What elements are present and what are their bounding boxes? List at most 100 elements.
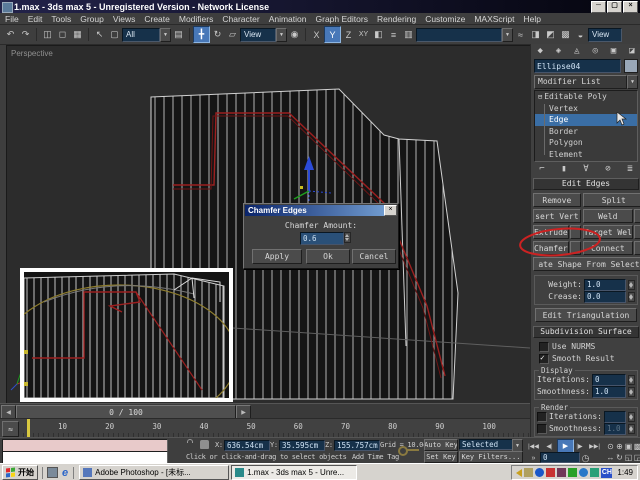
named-selection-sets-dropdown[interactable] [416,28,502,42]
layer-manager-icon[interactable]: ▥ [401,27,416,42]
stack-item-vertex[interactable]: Vertex [535,103,637,115]
make-unique-icon[interactable]: ∀ [583,164,588,174]
render-iterations-checkbox[interactable] [537,412,547,422]
y-coord-field[interactable]: 35.595cm [279,440,325,451]
modify-tab-icon[interactable]: ◈ [556,46,561,56]
edit-triangulation-button[interactable]: Edit Triangulation [535,308,637,322]
chamfer-button[interactable]: Chamfer [533,241,569,255]
render-iterations-spinner[interactable] [628,412,635,422]
reference-coordinate-system-dropdown[interactable]: View [240,28,276,42]
display-smoothness-spinner[interactable] [628,387,635,397]
menu-help[interactable]: Help [524,14,541,24]
restrict-z-button[interactable]: Z [341,27,356,42]
material-editor-icon[interactable]: ◩ [543,27,558,42]
close-button[interactable]: × [623,1,638,13]
connect-settings-button[interactable] [634,241,640,255]
dialog-close-icon[interactable]: × [384,205,397,216]
smooth-result-checkbox[interactable] [539,354,549,364]
x-coord-field[interactable]: 636.54cm [224,440,270,451]
menu-edit[interactable]: Edit [28,14,43,24]
display-tab-icon[interactable]: ▣ [611,46,616,56]
create-shape-from-selection-button[interactable]: ate Shape From Select [533,257,640,271]
select-and-move-icon[interactable]: ╋ [193,26,210,43]
menu-rendering[interactable]: Rendering [377,14,416,24]
menu-maxscript[interactable]: MAXScript [474,14,514,24]
connect-button[interactable]: Connect [583,241,633,255]
render-smoothness-checkbox[interactable] [537,424,547,434]
frame-marker[interactable] [27,419,30,438]
quick-render-icon[interactable]: ◒ [573,27,588,42]
chamfer-amount-field[interactable]: 0.6 [300,232,344,245]
hierarchy-tab-icon[interactable]: ◬ [574,46,579,56]
stack-item-border[interactable]: Border [535,126,637,138]
chamfer-amount-spinner[interactable] [344,232,351,243]
create-tab-icon[interactable]: ◆ [537,46,542,56]
extrude-button[interactable]: Extrude [533,225,569,239]
object-name-field[interactable]: Ellipse04 [534,59,621,73]
insert-vertex-button[interactable]: sert Vert [533,209,581,223]
time-slider-prev-icon[interactable]: ◀ [1,405,16,419]
task-3dsmax[interactable]: 1.max - 3ds max 5 - Unre... [231,465,357,480]
z-coord-field[interactable]: 155.757cm [334,440,380,451]
chamfer-settings-button[interactable] [570,241,581,255]
pin-stack-icon[interactable]: ⌐ [539,164,544,174]
weight-field[interactable]: 1.0 [584,279,626,291]
stack-item-editable-poly[interactable]: ⊟ Editable Poly [535,91,637,103]
utilities-tab-icon[interactable]: ◪ [629,46,634,56]
select-and-link-icon[interactable]: ◫ [40,27,55,42]
tree-expand-icon[interactable]: ⊟ [538,93,542,101]
menu-group[interactable]: Group [80,14,104,24]
menu-create[interactable]: Create [144,14,170,24]
use-nurms-checkbox[interactable] [539,342,549,352]
restrict-y-button[interactable]: Y [324,26,341,43]
named-selection-arrow-icon[interactable]: ▼ [502,28,513,42]
minimize-button[interactable]: ─ [591,1,606,13]
render-smoothness-field[interactable]: 1.0 [604,423,626,435]
apply-button[interactable]: Apply [252,249,302,264]
auto-key-button[interactable]: Auto Key [424,439,458,451]
remove-button[interactable]: Remove [533,193,581,207]
selection-filter-arrow-icon[interactable]: ▼ [160,28,171,42]
render-scene-icon[interactable]: ▩ [558,27,573,42]
menu-animation[interactable]: Animation [269,14,307,24]
selection-set-dropdown[interactable]: Selected [459,439,517,450]
key-filters-button[interactable]: Key Filters... [459,451,523,463]
stack-item-edge[interactable]: Edge [535,114,637,126]
render-smoothness-spinner[interactable] [628,424,635,434]
internet-explorer-icon[interactable]: e [62,467,68,479]
select-by-name-icon[interactable]: ▤ [171,27,186,42]
render-type-dropdown[interactable]: View [588,28,622,42]
weld-settings-button[interactable] [634,209,640,223]
render-iterations-field[interactable] [604,411,626,423]
schematic-view-icon[interactable]: ◨ [528,27,543,42]
modifier-list-dropdown[interactable]: Modifier List [534,75,627,89]
dialog-title-bar[interactable]: Chamfer Edges [245,205,397,216]
menu-customize[interactable]: Customize [425,14,465,24]
selection-filter-dropdown[interactable]: All [122,28,160,42]
menu-character[interactable]: Character [222,14,259,24]
crease-spinner[interactable] [628,292,635,302]
tray-icon-2[interactable] [535,468,544,477]
track-bar[interactable]: ≈ 1020 3040 5060 7080 90100 [0,418,530,438]
crease-field[interactable]: 0.0 [584,291,626,303]
align-icon[interactable]: ≡ [386,27,401,42]
unlink-selection-icon[interactable]: ◻ [55,27,70,42]
task-photoshop[interactable]: Adobe Photoshop - [未标... [79,465,229,480]
rectangular-selection-region-icon[interactable]: ▢ [107,27,122,42]
set-key-button[interactable]: Set Key [424,451,458,463]
restrict-xy-plane-button[interactable]: XY [356,27,371,42]
bind-to-space-warp-icon[interactable]: ▦ [70,27,85,42]
coord-system-arrow-icon[interactable]: ▼ [276,28,287,42]
menu-file[interactable]: File [5,14,19,24]
select-object-icon[interactable]: ↖ [92,27,107,42]
object-color-swatch[interactable] [624,59,638,73]
modifier-list-arrow-icon[interactable]: ▼ [627,75,638,89]
current-frame-field[interactable]: 0 [540,452,580,463]
use-pivot-point-icon[interactable]: ◉ [287,27,302,42]
undo-icon[interactable]: ↶ [3,27,18,42]
tray-icon-4[interactable] [557,468,566,477]
volume-icon[interactable] [516,469,522,477]
tray-icon-6[interactable] [579,468,588,477]
ok-button[interactable]: Ok [306,249,350,264]
display-iterations-spinner[interactable] [628,375,635,385]
